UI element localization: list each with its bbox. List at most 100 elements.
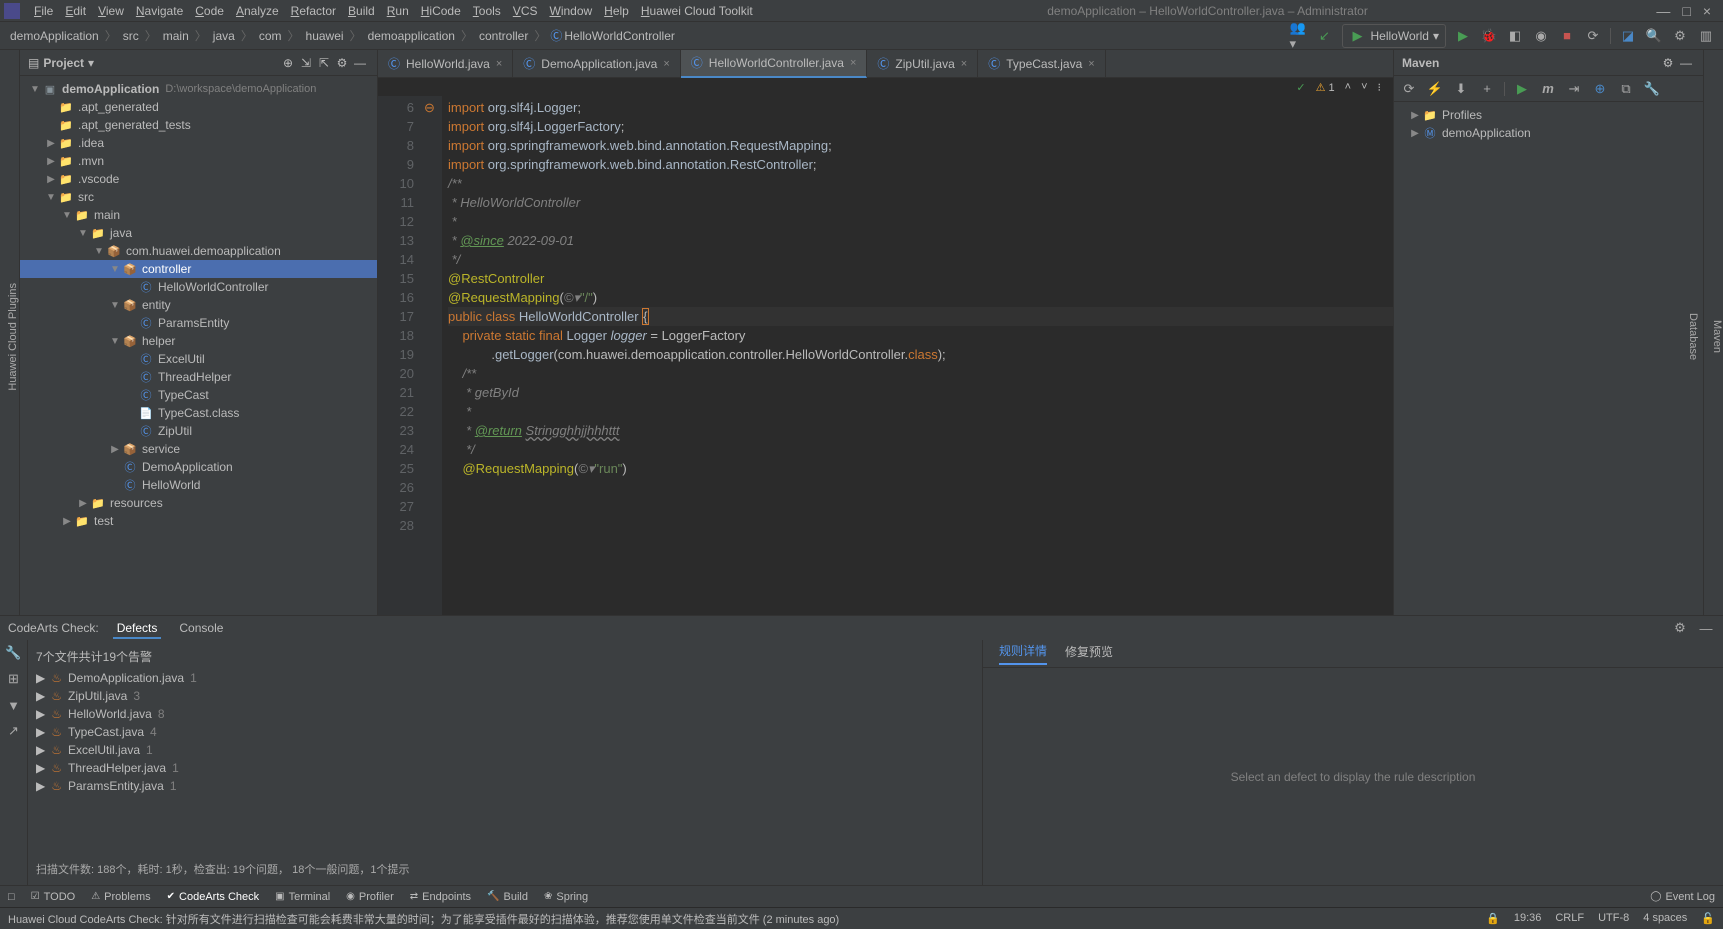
tree-item[interactable]: ▶📁.vscode	[20, 170, 377, 188]
maven-tree-item[interactable]: ▶📁Profiles	[1394, 106, 1703, 124]
tool-window-button[interactable]: ✔CodeArts Check	[167, 891, 259, 903]
detail-tab[interactable]: 修复预览	[1065, 643, 1113, 664]
export-icon[interactable]: ↗	[5, 722, 23, 740]
breadcrumb-item[interactable]: main	[161, 29, 191, 43]
breadcrumb-item[interactable]: src	[121, 29, 141, 43]
tree-item[interactable]: ▼📁main	[20, 206, 377, 224]
toolbar-icon[interactable]: ◪	[1619, 27, 1637, 45]
download-icon[interactable]: ⬇	[1452, 80, 1470, 98]
minimize-icon[interactable]: —	[1656, 3, 1670, 19]
tool-window-button[interactable]: ❀Spring	[544, 891, 588, 903]
tree-item[interactable]: ▶📦service	[20, 440, 377, 458]
maven-offline-icon[interactable]: ⊕	[1591, 80, 1609, 98]
editor-tab[interactable]: ⒸTypeCast.java×	[978, 50, 1106, 78]
tree-item[interactable]: ⒸExcelUtil	[20, 350, 377, 368]
right-strip-tab[interactable]: Maven	[1711, 320, 1723, 353]
tool-window-button[interactable]: 🔨Build	[487, 891, 528, 903]
hide-icon[interactable]: —	[1697, 619, 1715, 637]
defect-file-item[interactable]: ▶♨TypeCast.java4	[28, 723, 982, 741]
close-tab-icon[interactable]: ×	[961, 58, 967, 70]
maven-deps-icon[interactable]: ⧉	[1617, 80, 1635, 98]
tree-item[interactable]: ▼📁java	[20, 224, 377, 242]
left-strip-tab[interactable]: Huawei Cloud Plugins	[7, 283, 19, 391]
tool-window-button[interactable]: ☑TODO	[31, 891, 76, 903]
detail-tab[interactable]: 规则详情	[999, 642, 1047, 665]
tree-root[interactable]: ▼▣demoApplicationD:\workspace\demoApplic…	[20, 80, 377, 98]
menu-analyze[interactable]: Analyze	[230, 4, 285, 18]
maven-tree-item[interactable]: ▶ⓂdemoApplication	[1394, 124, 1703, 142]
tree-item[interactable]: ▶📁.idea	[20, 134, 377, 152]
tree-item[interactable]: 📁.apt_generated_tests	[20, 116, 377, 134]
menu-tools[interactable]: Tools	[467, 4, 507, 18]
inspection-down-icon[interactable]: ˅	[1361, 81, 1367, 93]
tree-item[interactable]: ▶📁test	[20, 512, 377, 530]
generate-icon[interactable]: ⚡	[1426, 80, 1444, 98]
breadcrumb-item[interactable]: huawei	[304, 29, 346, 43]
add-icon[interactable]: +	[1478, 80, 1496, 98]
menu-hicode[interactable]: HiCode	[415, 4, 467, 18]
inspection-check-icon[interactable]: ✓	[1296, 81, 1305, 94]
project-tree[interactable]: ▼▣demoApplicationD:\workspace\demoApplic…	[20, 76, 377, 615]
menu-run[interactable]: Run	[381, 4, 415, 18]
line-separator[interactable]: CRLF	[1555, 912, 1584, 925]
tree-item[interactable]: ▼📦com.huawei.demoapplication	[20, 242, 377, 260]
locate-icon[interactable]: ⊕	[279, 54, 297, 72]
codearts-tab[interactable]: Defects	[113, 619, 162, 639]
defect-file-item[interactable]: ▶♨ZipUtil.java3	[28, 687, 982, 705]
caret-position[interactable]: 19:36	[1514, 912, 1542, 925]
menu-navigate[interactable]: Navigate	[130, 4, 189, 18]
tool-window-quick-icon[interactable]: □	[8, 891, 15, 903]
vcs-update-icon[interactable]: ⟳	[1584, 27, 1602, 45]
menu-code[interactable]: Code	[189, 4, 230, 18]
menu-vcs[interactable]: VCS	[507, 4, 544, 18]
gear-icon[interactable]: ⚙	[1659, 54, 1677, 72]
tree-item[interactable]: ▼📁src	[20, 188, 377, 206]
menu-file[interactable]: File	[28, 4, 59, 18]
tree-item[interactable]: ▼📦entity	[20, 296, 377, 314]
grid-icon[interactable]: ⊞	[5, 670, 23, 688]
menu-build[interactable]: Build	[342, 4, 381, 18]
tree-item[interactable]: ▶📁.mvn	[20, 152, 377, 170]
filter-icon[interactable]: ▼	[5, 696, 23, 714]
menu-view[interactable]: View	[92, 4, 130, 18]
tree-item[interactable]: ▶📁resources	[20, 494, 377, 512]
defects-list[interactable]: 7个文件共计19个告警 ▶♨DemoApplication.java1▶♨Zip…	[28, 640, 983, 885]
tree-item[interactable]: 📁.apt_generated	[20, 98, 377, 116]
collapse-icon[interactable]: ⇱	[315, 54, 333, 72]
editor-tab[interactable]: ⒸDemoApplication.java×	[513, 50, 681, 78]
defect-file-item[interactable]: ▶♨HelloWorld.java8	[28, 705, 982, 723]
tool-window-button[interactable]: ⇄Endpoints	[410, 891, 471, 903]
right-strip-tab[interactable]: Database	[1687, 313, 1699, 360]
reload-icon[interactable]: ⟳	[1400, 80, 1418, 98]
tool-window-button[interactable]: ⚠Problems	[91, 891, 150, 903]
hide-icon[interactable]: —	[351, 54, 369, 72]
tree-item[interactable]: ⒸParamsEntity	[20, 314, 377, 332]
defect-file-item[interactable]: ▶♨DemoApplication.java1	[28, 669, 982, 687]
inspection-up-icon[interactable]: ˄	[1345, 81, 1351, 93]
run-button[interactable]: ▶	[1454, 27, 1472, 45]
maven-m-icon[interactable]: m	[1539, 80, 1557, 98]
editor-tab[interactable]: ⒸHelloWorld.java×	[378, 50, 513, 78]
profile-button[interactable]: ◉	[1532, 27, 1550, 45]
tree-item[interactable]: ⒸTypeCast	[20, 386, 377, 404]
tree-item[interactable]: ⒸThreadHelper	[20, 368, 377, 386]
inspection-warning-count[interactable]: ⚠ 1	[1316, 81, 1335, 94]
sync-icon[interactable]: ↙	[1316, 27, 1334, 45]
menu-refactor[interactable]: Refactor	[285, 4, 342, 18]
breadcrumb-item[interactable]: demoapplication	[366, 29, 457, 43]
hide-icon[interactable]: —	[1677, 54, 1695, 72]
breadcrumb-item[interactable]: java	[211, 29, 237, 43]
tree-item[interactable]: ⒸHelloWorld	[20, 476, 377, 494]
run-config-selector[interactable]: ▶ HelloWorld ▾	[1342, 24, 1447, 48]
maven-wrench-icon[interactable]: 🔧	[1643, 80, 1661, 98]
debug-button[interactable]: 🐞	[1480, 27, 1498, 45]
close-tab-icon[interactable]: ×	[496, 58, 502, 70]
gear-icon[interactable]: ⚙	[333, 54, 351, 72]
maven-run-icon[interactable]: ▶	[1513, 80, 1531, 98]
menu-huawei-cloud-toolkit[interactable]: Huawei Cloud Toolkit	[635, 4, 759, 18]
indent-setting[interactable]: 4 spaces	[1643, 912, 1687, 925]
readonly-icon[interactable]: 🔓	[1701, 912, 1715, 925]
defect-file-item[interactable]: ▶♨ParamsEntity.java1	[28, 777, 982, 795]
close-tab-icon[interactable]: ×	[1088, 58, 1094, 70]
breadcrumb-item[interactable]: com	[257, 29, 284, 43]
